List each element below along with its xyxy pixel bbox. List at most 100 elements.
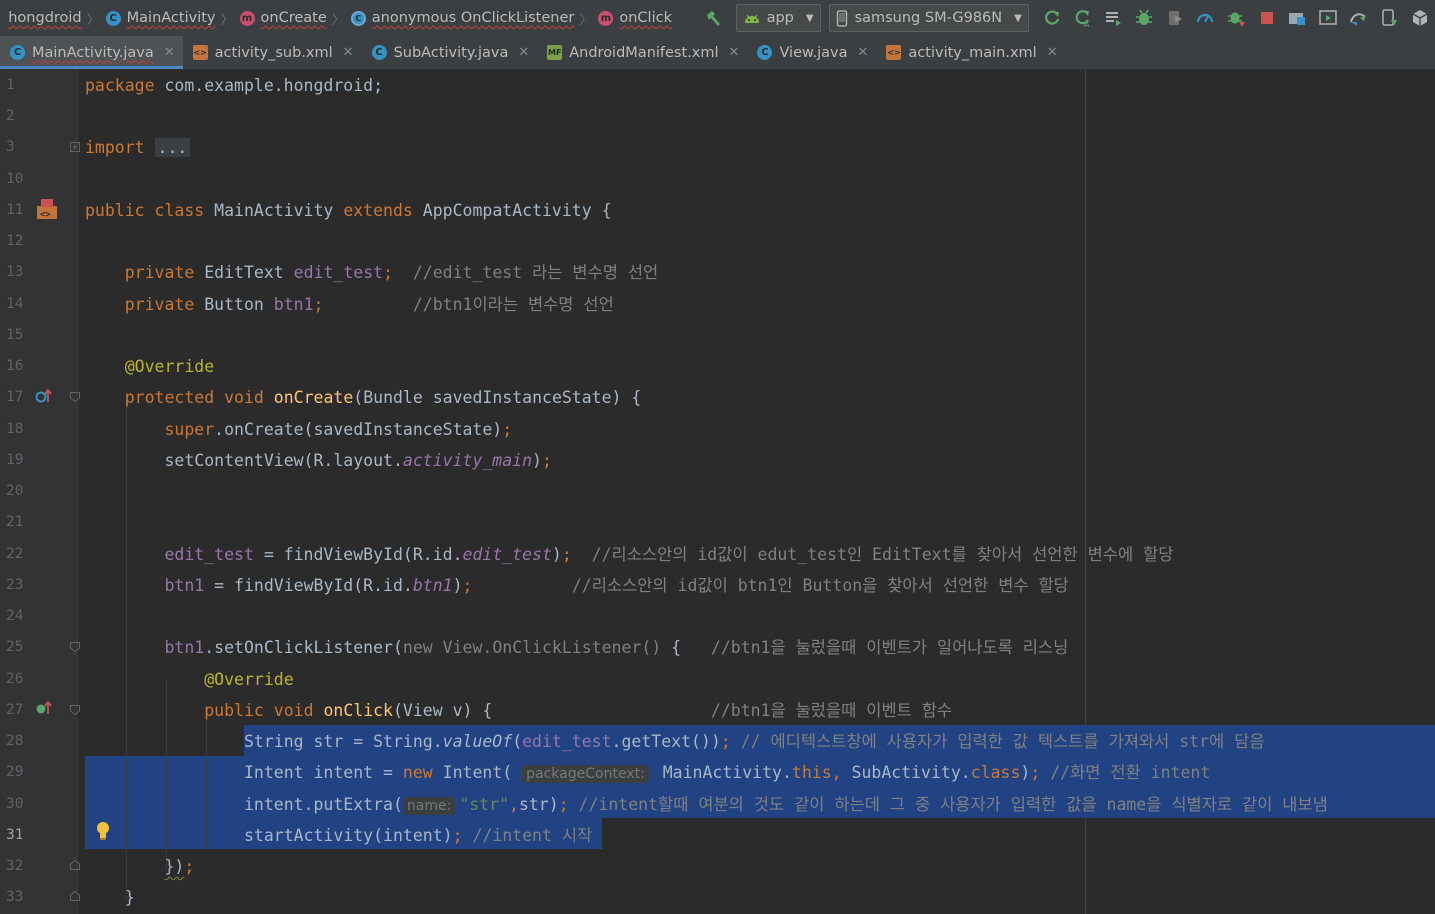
- apply-code-changes-icon[interactable]: A: [1070, 4, 1096, 32]
- field-name: btn1: [164, 576, 205, 595]
- keyword: private: [124, 295, 195, 314]
- keyword: void: [273, 701, 314, 720]
- code-line[interactable]: package com.example.hongdroid;: [85, 70, 383, 101]
- fold-end-icon[interactable]: [70, 860, 80, 870]
- tab-view-java[interactable]: C View.java ✕: [747, 36, 876, 69]
- field-name: edit_test: [164, 545, 254, 564]
- code-line[interactable]: intent.putExtra(name: "str",str); //inten…: [85, 789, 1328, 820]
- code-text: setContentView(R.layout.: [164, 451, 403, 470]
- debug-icon[interactable]: [1131, 4, 1157, 32]
- close-icon[interactable]: ✕: [858, 45, 869, 60]
- breadcrumb-project[interactable]: hongdroid 〉: [8, 0, 105, 36]
- tab-activity-sub-xml[interactable]: <> activity_sub.xml ✕: [183, 36, 362, 69]
- code-editor[interactable]: 1 2 3 10 11 12 13 14 15 16 17 18 19 20 2…: [0, 70, 1435, 914]
- close-icon[interactable]: ✕: [343, 45, 354, 60]
- fold-expand-icon[interactable]: [70, 142, 80, 152]
- breadcrumb-anonymous-class[interactable]: Canonymous OnClickListener 〉: [350, 0, 599, 36]
- anonymous-class-icon: C: [350, 10, 366, 26]
- device-manager-icon[interactable]: [1376, 4, 1402, 32]
- static-field: edit_test: [462, 545, 552, 564]
- close-icon[interactable]: ✕: [1047, 45, 1058, 60]
- semicolon: ;: [561, 545, 572, 564]
- attach-debugger-icon[interactable]: [1223, 4, 1249, 32]
- semicolon: ;: [184, 857, 195, 876]
- code-text: startActivity(intent): [243, 826, 453, 845]
- breadcrumb-class[interactable]: C MainActivity 〉: [105, 0, 240, 36]
- breadcrumb-method-oncreate[interactable]: m onCreate 〉: [239, 0, 351, 36]
- breadcrumb-method-onclick[interactable]: m onClick: [598, 0, 672, 36]
- fold-collapse-icon[interactable]: [70, 705, 80, 715]
- keyword: import: [85, 138, 145, 157]
- fold-end-icon[interactable]: [70, 891, 80, 901]
- code-text: String str = String.: [243, 732, 443, 751]
- xml-layout-related-icon[interactable]: <>: [35, 197, 59, 221]
- close-icon[interactable]: ✕: [518, 45, 529, 60]
- tab-label: activity_main.xml: [908, 44, 1037, 61]
- apply-changes-restart-icon[interactable]: [1039, 4, 1065, 32]
- code-text: AppCompatActivity {: [422, 201, 612, 220]
- field-name: btn1: [273, 295, 314, 314]
- code-line[interactable]: Intent intent = new Intent( packageConte…: [85, 757, 1210, 788]
- code-line[interactable]: public class MainActivity extends AppCom…: [85, 195, 612, 226]
- code-line[interactable]: });: [85, 851, 194, 882]
- code-line[interactable]: @Override: [85, 351, 214, 382]
- avd-manager-icon[interactable]: [1315, 4, 1341, 32]
- semicolon: ;: [462, 576, 473, 595]
- anonymous-class-text: new View.OnClickListener(): [402, 638, 662, 657]
- code-line[interactable]: private EditText edit_test; //edit_test …: [85, 257, 658, 288]
- line-number: 24: [6, 608, 24, 624]
- field-name: edit_test: [293, 263, 384, 282]
- sync-icon[interactable]: [1101, 4, 1127, 32]
- line-number: 12: [6, 233, 24, 249]
- code-line[interactable]: public void onClick(View v) { //btn1을 눌렀…: [85, 695, 952, 726]
- code-line[interactable]: protected void onCreate(Bundle savedInst…: [85, 382, 642, 413]
- folded-imports[interactable]: ...: [154, 138, 191, 157]
- sync-gradle-icon[interactable]: [1346, 4, 1372, 32]
- line-number: 3: [6, 139, 15, 155]
- code-line[interactable]: super.onCreate(savedInstanceState);: [85, 414, 512, 445]
- code-comment: //intent 시작: [462, 826, 593, 845]
- tab-subactivity-java[interactable]: C SubActivity.java ✕: [362, 36, 538, 69]
- code-comment: //btn1이라는 변수명 선언: [412, 295, 614, 314]
- stop-icon[interactable]: [1254, 4, 1280, 32]
- code-line[interactable]: @Override: [85, 664, 293, 695]
- code-comment: //edit_test 라는 변수명 선언: [412, 263, 659, 282]
- override-method-icon[interactable]: [34, 387, 54, 407]
- profile-icon[interactable]: [1192, 4, 1218, 32]
- phone-icon: [836, 9, 847, 27]
- device-dropdown[interactable]: samsung SM-G986N ▼: [828, 4, 1029, 32]
- code-line[interactable]: String str = String.valueOf(edit_test.ge…: [85, 726, 1265, 757]
- sdk-manager-icon[interactable]: [1407, 4, 1433, 32]
- tab-activity-main-xml[interactable]: <> activity_main.xml ✕: [876, 36, 1065, 69]
- code-line[interactable]: btn1.setOnClickListener(new View.OnClick…: [85, 632, 1068, 663]
- xml-layout-icon: <>: [886, 45, 902, 60]
- tab-mainactivity-java[interactable]: C MainActivity.java ✕: [0, 36, 183, 69]
- method-icon: m: [239, 10, 255, 26]
- code-text: }): [164, 857, 185, 876]
- code-line-current[interactable]: startActivity(intent); //intent 시작: [85, 820, 592, 851]
- coverage-icon[interactable]: [1162, 4, 1188, 32]
- run-config-dropdown[interactable]: app ▼: [735, 4, 821, 32]
- fold-collapse-icon[interactable]: [70, 392, 80, 402]
- close-icon[interactable]: ✕: [164, 45, 175, 60]
- close-icon[interactable]: ✕: [729, 45, 740, 60]
- run-config-label: app: [766, 10, 794, 26]
- comma: ,: [831, 763, 842, 782]
- project-structure-icon[interactable]: [1284, 4, 1310, 32]
- code-text: ): [551, 545, 562, 564]
- code-comment: //btn1을 눌렀을때 이벤트가 일어나도록 리스닝: [710, 638, 1069, 657]
- code-line[interactable]: }: [85, 882, 135, 913]
- code-line[interactable]: import ...: [85, 132, 191, 163]
- fold-collapse-icon[interactable]: [70, 642, 80, 652]
- line-number: 13: [6, 264, 24, 280]
- tab-androidmanifest-xml[interactable]: MF AndroidManifest.xml ✕: [537, 36, 747, 69]
- keyword: public: [85, 201, 145, 220]
- hammer-icon[interactable]: [700, 4, 726, 32]
- chevron-right-icon: 〉: [331, 12, 345, 28]
- code-line[interactable]: edit_test = findViewById(R.id.edit_test)…: [85, 539, 1173, 570]
- code-line[interactable]: private Button btn1; //btn1이라는 변수명 선언: [85, 289, 614, 320]
- override-method-icon[interactable]: [34, 699, 54, 719]
- code-line[interactable]: btn1 = findViewById(R.id.btn1); //리소스안의 …: [85, 570, 1068, 601]
- code-line[interactable]: setContentView(R.layout.activity_main);: [85, 445, 551, 476]
- tab-label: AndroidManifest.xml: [569, 44, 719, 61]
